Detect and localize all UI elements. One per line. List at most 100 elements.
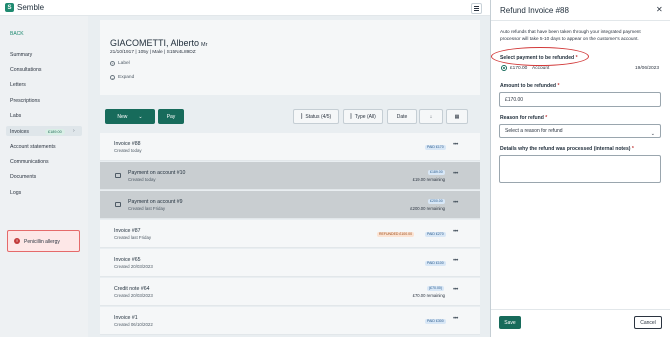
sidebar-item-letters[interactable]: Letters — [10, 82, 26, 88]
refund-panel: Refund Invoice #88 ✕ Auto refunds that h… — [491, 0, 670, 337]
status-badge: £189.00 — [428, 170, 445, 175]
chevron-down-icon: ⌄ — [650, 131, 655, 137]
new-button[interactable]: New ⌄ — [105, 109, 155, 124]
payment-date: 19/06/2023 — [635, 66, 660, 71]
invoice-subtitle: Created 20/03/2023 — [114, 293, 153, 298]
pay-button[interactable]: Pay — [158, 109, 184, 124]
divider — [491, 309, 670, 310]
divider — [491, 20, 670, 21]
status-filter-label: Status (4/5) — [305, 113, 332, 120]
sidebar-item-documents[interactable]: Documents — [10, 174, 36, 180]
chevron-right-icon: › — [73, 128, 75, 134]
patient-name: GIACOMETTI, Alberto Mr — [110, 38, 207, 48]
expand-button[interactable]: ⌄ Expand — [110, 75, 134, 80]
patient-meta: 21/10/1917 | 105y | Male | S15N4L89DZ — [110, 50, 196, 55]
back-link[interactable]: BACK — [10, 31, 24, 37]
sidebar-item-prescriptions[interactable]: Prescriptions — [10, 98, 40, 104]
payment-radio[interactable] — [501, 65, 507, 71]
semble-logo[interactable]: S Semble — [5, 3, 44, 12]
allergy-alert[interactable]: ! Penicillin allergy — [7, 230, 80, 252]
more-options-icon[interactable]: ••• — [453, 229, 458, 235]
add-label-button[interactable]: + Label — [110, 61, 130, 66]
date-sort-button[interactable]: Date — [387, 109, 417, 124]
invoice-row[interactable]: Credit note #64 Created 20/03/2023 (£70.… — [100, 278, 480, 306]
sidebar: BACK Summary Consultations Letters Presc… — [0, 16, 88, 337]
grid-view-button[interactable]: ▦ — [446, 109, 468, 124]
plus-circle-icon: + — [110, 61, 115, 66]
date-sort-label: Date — [396, 113, 408, 120]
sidebar-item-invoices-label: Invoices — [10, 128, 30, 135]
more-options-icon[interactable]: ••• — [453, 142, 458, 148]
type-filter-button[interactable]: ⫿ Type (All) — [343, 109, 383, 124]
patient-header: GIACOMETTI, Alberto Mr 21/10/1917 | 105y … — [100, 20, 480, 95]
status-filter-button[interactable]: ⫿ Status (4/5) — [293, 109, 339, 124]
invoice-subtitle: Created today — [128, 177, 156, 182]
invoice-subtitle: Created last Friday — [128, 206, 166, 211]
refund-amount-field[interactable] — [499, 92, 661, 107]
filter-icon: ⫿ — [350, 113, 352, 120]
sidebar-item-logs[interactable]: Logs — [10, 190, 21, 196]
new-button-label: New — [117, 113, 128, 120]
invoices-balance-badge: £189.00 — [45, 128, 65, 135]
details-label: Details why the refund was processed (in… — [500, 146, 634, 152]
payment-method: Account — [532, 66, 550, 71]
patient-title: Mr — [201, 42, 208, 48]
patient-dob: 21/10/1917 — [110, 50, 135, 55]
invoice-subtitle: Created today — [114, 148, 142, 153]
invoice-row[interactable]: Invoice #1 Created 06/10/2022 PAID £300 … — [100, 307, 480, 335]
invoice-row[interactable]: Invoice #65 Created 20/03/2023 PAID £100… — [100, 249, 480, 277]
payment-select-label: Select payment to be refunded * — [500, 55, 578, 61]
pay-button-label: Pay — [166, 113, 176, 120]
patient-age: 105y — [137, 50, 149, 55]
payment-amount: £170.00 — [510, 66, 528, 71]
invoice-title: Invoice #65 — [114, 257, 141, 263]
logo-text: Semble — [17, 3, 45, 12]
document-icon — [115, 173, 121, 178]
patient-sex: Male — [152, 50, 163, 55]
status-badge: PAID £300 — [425, 319, 446, 324]
sidebar-item-labs[interactable]: Labs — [10, 113, 21, 119]
add-label-text: Label — [118, 61, 130, 66]
status-badge: PAID £100 — [425, 261, 446, 266]
invoice-row[interactable]: Invoice #87 Created last Friday REFUNDED… — [100, 220, 480, 248]
alert-icon: ! — [14, 238, 20, 244]
sidebar-item-consultations[interactable]: Consultations — [10, 67, 41, 73]
status-badge: £200.00 — [428, 199, 445, 204]
sidebar-item-summary[interactable]: Summary — [10, 52, 32, 58]
invoice-row[interactable]: Invoice #88 Created today PAID £170 ••• — [100, 133, 480, 161]
grid-icon: ▦ — [454, 113, 460, 120]
amount-label: Amount to be refunded * — [500, 83, 560, 89]
more-options-icon[interactable]: ••• — [453, 316, 458, 322]
more-options-icon[interactable]: ••• — [453, 258, 458, 264]
more-options-icon[interactable]: ••• — [453, 171, 458, 177]
remaining-amount: £19.00 remaining — [412, 177, 445, 182]
invoice-row[interactable]: Payment on account #9 Created last Frida… — [100, 191, 480, 219]
sidebar-item-account-statements[interactable]: Account statements — [10, 144, 56, 150]
more-options-icon[interactable]: ••• — [453, 287, 458, 293]
status-badge: PAID £170 — [425, 145, 446, 150]
type-filter-label: Type (All) — [354, 113, 376, 120]
sidebar-item-communications[interactable]: Communications — [10, 159, 49, 165]
logo-mark-icon: S — [5, 3, 14, 12]
sort-direction-button[interactable]: ↓ — [419, 109, 443, 124]
invoice-subtitle: Created last Friday — [114, 235, 152, 240]
close-icon[interactable]: ✕ — [656, 5, 663, 14]
patient-name-text: GIACOMETTI, Alberto — [110, 38, 200, 48]
invoice-row[interactable]: Payment on account #10 Created today £18… — [100, 162, 480, 190]
filter-icon: ⫿ — [300, 113, 303, 120]
invoice-title: Invoice #88 — [114, 141, 141, 147]
invoice-subtitle: Created 06/10/2022 — [114, 322, 153, 327]
remaining-amount: £70.00 remaining — [412, 293, 445, 298]
save-button[interactable]: Save — [499, 316, 521, 329]
refund-details-textarea[interactable] — [499, 155, 661, 183]
cancel-button[interactable]: Cancel — [634, 316, 662, 329]
top-bar: S Semble — [0, 0, 490, 16]
reason-select[interactable]: Select a reason for refund ⌄ — [499, 124, 661, 138]
hamburger-menu-icon[interactable] — [471, 3, 482, 14]
invoice-title: Payment on account #9 — [128, 199, 183, 205]
arrow-down-icon: ↓ — [429, 113, 433, 120]
remaining-amount: £200.00 remaining — [410, 206, 445, 211]
more-options-icon[interactable]: ••• — [453, 200, 458, 206]
invoice-title: Invoice #1 — [114, 315, 138, 321]
main-content: GIACOMETTI, Alberto Mr 21/10/1917 | 105y … — [88, 16, 490, 337]
